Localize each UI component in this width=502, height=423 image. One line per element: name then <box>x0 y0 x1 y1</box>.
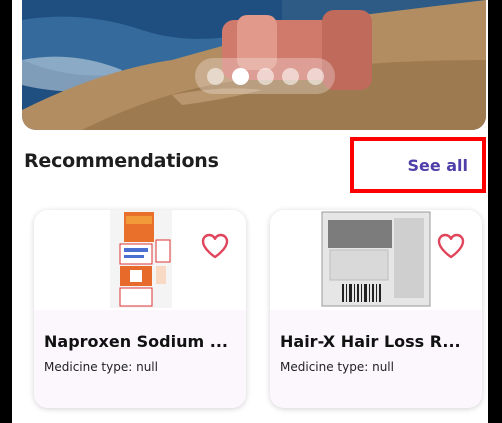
carousel-dot-active[interactable] <box>231 67 249 85</box>
carousel-dot[interactable] <box>306 67 324 85</box>
product-name: Hair-X Hair Loss R... <box>280 332 461 351</box>
product-image-area <box>270 210 482 310</box>
product-image <box>110 210 172 308</box>
product-image <box>321 211 431 307</box>
carousel-dot[interactable] <box>281 67 299 85</box>
carousel-dot[interactable] <box>256 67 274 85</box>
recommendations-title: Recommendations <box>24 150 219 172</box>
product-info <box>270 310 482 408</box>
app-screen: Recommendations See all Naproxen Sodium … <box>12 0 488 423</box>
product-name: Naproxen Sodium ... <box>44 332 228 351</box>
see-all-label[interactable]: See all <box>407 156 468 175</box>
heart-outline-icon[interactable] <box>436 232 466 260</box>
product-type: Medicine type: null <box>44 360 158 374</box>
heart-outline-icon[interactable] <box>200 232 230 260</box>
product-image-area <box>34 210 246 310</box>
carousel-dot[interactable] <box>206 67 224 85</box>
product-card[interactable]: Naproxen Sodium ... Medicine type: null <box>34 210 246 408</box>
product-type: Medicine type: null <box>280 360 394 374</box>
product-card[interactable]: Hair-X Hair Loss R... Medicine type: nul… <box>270 210 482 408</box>
promo-banner[interactable] <box>22 0 486 130</box>
see-all-button[interactable]: See all <box>350 137 486 193</box>
product-info <box>34 310 246 408</box>
carousel-indicator[interactable] <box>195 58 335 94</box>
